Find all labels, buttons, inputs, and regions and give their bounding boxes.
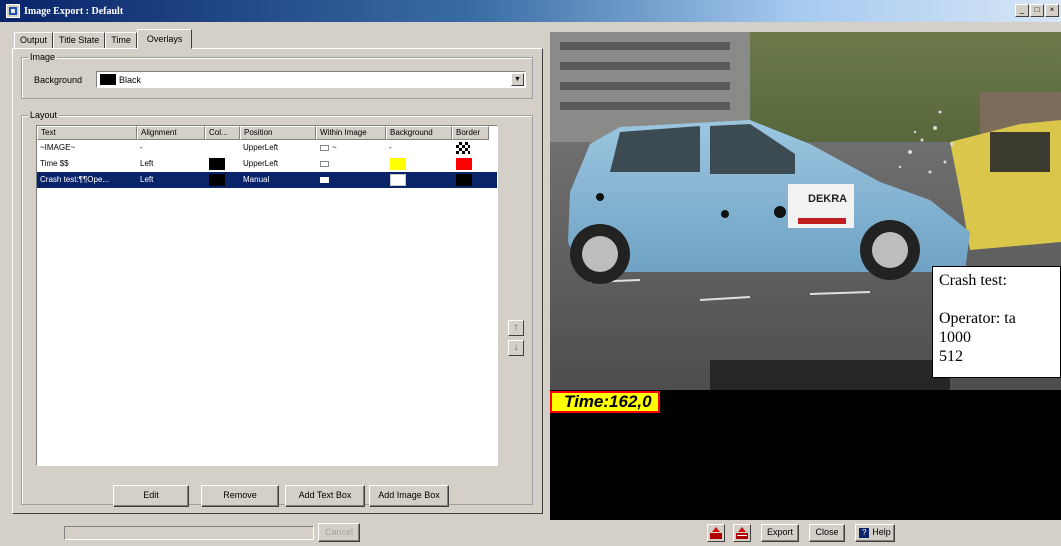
cell-text: Time $$ (40, 159, 69, 168)
close-window-button[interactable]: × (1045, 4, 1059, 17)
list-item-selected[interactable]: Crash test:¶¶Ope... Left Manual (37, 172, 497, 188)
overlay-line-2 (939, 290, 1060, 309)
column-header-text[interactable]: Text (37, 126, 137, 140)
tab-overlays[interactable]: Overlays (136, 29, 193, 49)
export-sequence-glyph (736, 527, 748, 539)
background-label: Background (34, 75, 83, 85)
image-group: Image Background Black ▼ (21, 52, 533, 99)
edit-button[interactable]: Edit (113, 485, 189, 507)
border-swatch (456, 158, 472, 170)
export-frame-glyph (710, 527, 722, 539)
image-preview: DEKRA Crash test: Operator: ta 1000 512 … (550, 32, 1061, 520)
list-item[interactable]: Time $$ Left UpperLeft (37, 156, 497, 172)
tab-output[interactable]: Output (14, 32, 54, 49)
tab-content: Image Background Black ▼ Layout Text Ali… (12, 48, 543, 514)
tab-strip: Output Title State Time Overlays (14, 29, 193, 49)
svg-text:DEKRA: DEKRA (808, 193, 847, 205)
app-icon (6, 4, 20, 18)
cell-alignment: Left (140, 159, 154, 168)
image-group-legend: Image (28, 52, 58, 62)
column-header-position[interactable]: Position (240, 126, 316, 140)
cell-background (386, 172, 452, 188)
within-image-checkbox[interactable] (320, 177, 329, 183)
help-label: Help (872, 527, 891, 537)
column-header-color[interactable]: Col... (205, 126, 240, 140)
within-image-suffix: ~ (332, 143, 337, 152)
cell-text: ~IMAGE~ (40, 143, 76, 152)
move-up-button[interactable]: ↑ (508, 320, 524, 336)
cell-within-image[interactable] (316, 156, 386, 172)
cell-text: Crash test:¶¶Ope... (40, 175, 110, 184)
cell-position: Manual (243, 175, 270, 184)
window-controls: _ □ × (1015, 4, 1059, 17)
background-value: Black (119, 74, 142, 85)
export-button[interactable]: Export (761, 524, 799, 542)
checker-pattern-icon (456, 142, 470, 154)
tab-title-state[interactable]: Title State (53, 32, 106, 49)
cell-border (452, 140, 489, 156)
layout-group: Layout Text Alignment Col... Position Wi… (21, 110, 533, 505)
remove-button[interactable]: Remove (201, 485, 279, 507)
cancel-button[interactable]: Cancel (318, 523, 360, 542)
cell-position: UpperLeft (243, 143, 279, 152)
add-text-box-button[interactable]: Add Text Box (285, 485, 365, 507)
cell-background: - (389, 143, 392, 152)
list-header: Text Alignment Col... Position Within Im… (37, 126, 497, 140)
crash-test-text-overlay[interactable]: Crash test: Operator: ta 1000 512 (932, 266, 1061, 378)
cell-color (205, 156, 240, 172)
background-swatch (100, 74, 116, 85)
export-frame-icon[interactable] (707, 524, 725, 542)
column-header-within-image[interactable]: Within Image (316, 126, 386, 140)
cell-border (452, 172, 489, 188)
overlay-line-4: 1000 (939, 329, 971, 346)
cell-position: UpperLeft (243, 159, 279, 168)
cell-alignment: - (140, 143, 143, 152)
cell-border (452, 156, 489, 172)
color-swatch (209, 158, 225, 170)
cell-background (386, 156, 452, 172)
time-overlay[interactable]: Time:162,0 (550, 391, 660, 413)
help-button[interactable]: ? Help (855, 524, 895, 542)
cell-alignment: Left (140, 175, 154, 184)
tab-time[interactable]: Time (105, 32, 137, 49)
cell-color (205, 140, 240, 156)
cell-color (205, 172, 240, 188)
overlay-line-1: Crash test: (939, 272, 1007, 289)
color-swatch (209, 174, 225, 186)
within-image-checkbox[interactable] (320, 161, 329, 167)
column-header-background[interactable]: Background (386, 126, 452, 140)
minimize-button[interactable]: _ (1015, 4, 1029, 17)
list-item[interactable]: ~IMAGE~ - UpperLeft ~ - (37, 140, 497, 156)
overlay-list[interactable]: Text Alignment Col... Position Within Im… (36, 125, 498, 466)
border-swatch (456, 174, 472, 186)
move-down-button[interactable]: ↓ (508, 340, 524, 356)
layout-group-legend: Layout (28, 110, 60, 120)
close-button[interactable]: Close (809, 524, 845, 542)
column-header-alignment[interactable]: Alignment (137, 126, 205, 140)
overlay-line-5: 512 (939, 348, 963, 365)
background-swatch (390, 174, 406, 186)
title-bar: Image Export : Default _ □ × (0, 0, 1061, 22)
background-swatch (390, 158, 406, 170)
overlay-line-3: Operator: ta (939, 310, 1016, 327)
within-image-checkbox[interactable] (320, 145, 329, 151)
maximize-button[interactable]: □ (1030, 4, 1044, 17)
background-select[interactable]: Black ▼ (96, 71, 526, 88)
cell-within-image[interactable] (316, 172, 386, 188)
chevron-down-icon[interactable]: ▼ (511, 73, 524, 86)
export-sequence-icon[interactable] (733, 524, 751, 542)
bottom-bar: Cancel Export Close ? Help (0, 520, 1061, 546)
window-title: Image Export : Default (24, 5, 124, 17)
help-icon: ? (859, 527, 870, 538)
column-header-border[interactable]: Border (452, 126, 489, 140)
add-image-box-button[interactable]: Add Image Box (369, 485, 449, 507)
cell-within-image[interactable]: ~ (316, 140, 386, 156)
settings-panel: Output Title State Time Overlays Image B… (10, 24, 545, 514)
progress-bar (64, 526, 314, 540)
